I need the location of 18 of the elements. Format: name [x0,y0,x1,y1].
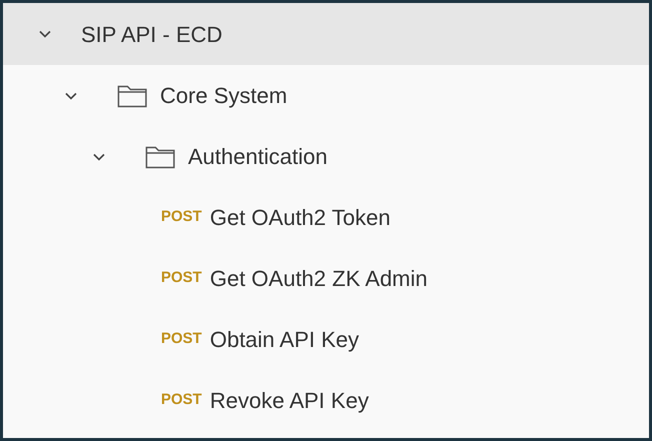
collection-name: SIP API - ECD [81,20,222,48]
method-label: POST [161,268,202,288]
method-label: POST [161,390,202,410]
request-row[interactable]: POST Revoke API Key [3,370,649,431]
folder-name: Core System [160,82,288,110]
request-name: Get OAuth2 Token [210,204,390,232]
request-name: Revoke API Key [210,387,369,415]
method-label: POST [161,207,202,228]
folder-row[interactable]: Authentication [3,126,649,187]
folder-row[interactable]: Core System [3,65,649,126]
request-row[interactable]: POST Obtain API Key [3,309,649,370]
folder-name: Authentication [188,143,328,171]
request-name: Get OAuth2 ZK Admin [210,265,428,293]
method-label: POST [161,329,202,350]
collection-row[interactable]: SIP API - ECD [3,3,649,65]
request-row[interactable]: POST Get OAuth2 ZK Admin [3,248,649,309]
request-name: Obtain API Key [210,326,360,354]
request-row[interactable]: POST Get OAuth2 Token [3,187,649,248]
